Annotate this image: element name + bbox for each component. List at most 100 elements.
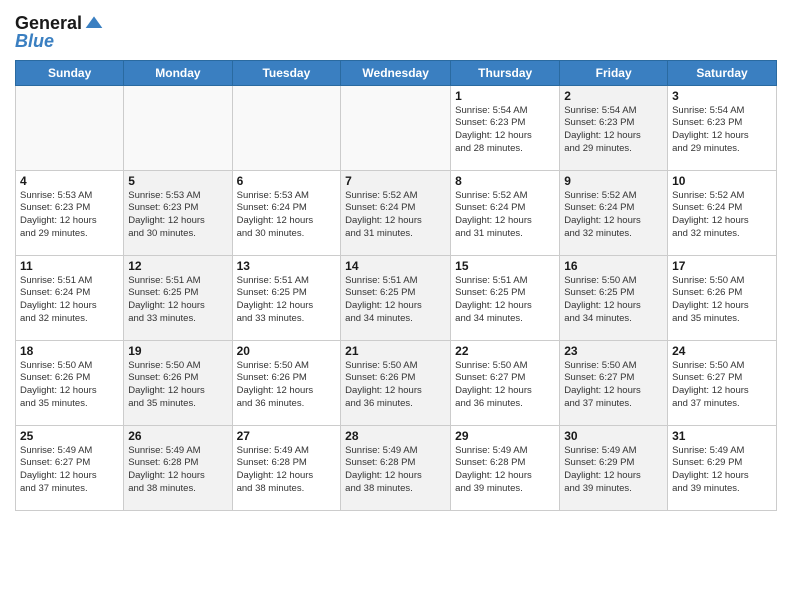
day-number: 27 — [237, 429, 337, 443]
day-number: 4 — [20, 174, 119, 188]
cell-info: Sunrise: 5:53 AM Sunset: 6:23 PM Dayligh… — [20, 190, 119, 241]
weekday-header-sunday: Sunday — [16, 60, 124, 85]
cell-info: Sunrise: 5:49 AM Sunset: 6:27 PM Dayligh… — [20, 445, 119, 496]
calendar-cell: 7 Sunrise: 5:52 AM Sunset: 6:24 PM Daylig… — [341, 170, 451, 255]
cell-info: Sunrise: 5:54 AM Sunset: 6:23 PM Dayligh… — [564, 105, 663, 156]
calendar-cell: 22 Sunrise: 5:50 AM Sunset: 6:27 PM Dayli… — [451, 340, 560, 425]
calendar-cell — [232, 85, 341, 170]
cell-info: Sunrise: 5:50 AM Sunset: 6:27 PM Dayligh… — [564, 360, 663, 411]
day-number: 29 — [455, 429, 555, 443]
calendar-cell: 29 Sunrise: 5:49 AM Sunset: 6:28 PM Dayli… — [451, 425, 560, 510]
cell-info: Sunrise: 5:54 AM Sunset: 6:23 PM Dayligh… — [672, 105, 772, 156]
cell-info: Sunrise: 5:51 AM Sunset: 6:25 PM Dayligh… — [345, 275, 446, 326]
weekday-header-monday: Monday — [124, 60, 232, 85]
calendar-table: SundayMondayTuesdayWednesdayThursdayFrid… — [15, 60, 777, 511]
calendar-cell: 10Sunrise: 5:52 AM Sunset: 6:24 PM Dayli… — [668, 170, 777, 255]
day-number: 16 — [564, 259, 663, 273]
cell-info: Sunrise: 5:52 AM Sunset: 6:24 PM Dayligh… — [345, 190, 446, 241]
day-number: 13 — [237, 259, 337, 273]
day-number: 12 — [128, 259, 227, 273]
calendar-cell — [341, 85, 451, 170]
day-number: 26 — [128, 429, 227, 443]
calendar-cell: 21Sunrise: 5:50 AM Sunset: 6:26 PM Dayli… — [341, 340, 451, 425]
logo: General Blue — [15, 14, 104, 52]
day-number: 23 — [564, 344, 663, 358]
weekday-header-saturday: Saturday — [668, 60, 777, 85]
calendar-cell: 19 Sunrise: 5:50 AM Sunset: 6:26 PM Dayli… — [124, 340, 232, 425]
cell-info: Sunrise: 5:54 AM Sunset: 6:23 PM Dayligh… — [455, 105, 555, 156]
calendar-header-row: SundayMondayTuesdayWednesdayThursdayFrid… — [16, 60, 777, 85]
calendar-cell: 20 Sunrise: 5:50 AM Sunset: 6:26 PM Dayli… — [232, 340, 341, 425]
calendar-cell: 14 Sunrise: 5:51 AM Sunset: 6:25 PM Dayli… — [341, 255, 451, 340]
calendar-cell: 31Sunrise: 5:49 AM Sunset: 6:29 PM Dayli… — [668, 425, 777, 510]
logo-icon — [84, 13, 104, 33]
calendar-cell: 12 Sunrise: 5:51 AM Sunset: 6:25 PM Dayli… — [124, 255, 232, 340]
day-number: 7 — [345, 174, 446, 188]
weekday-header-friday: Friday — [560, 60, 668, 85]
cell-info: Sunrise: 5:51 AM Sunset: 6:24 PM Dayligh… — [20, 275, 119, 326]
day-number: 11 — [20, 259, 119, 273]
day-number: 6 — [237, 174, 337, 188]
calendar-week-4: 18Sunrise: 5:50 AM Sunset: 6:26 PM Dayli… — [16, 340, 777, 425]
cell-info: Sunrise: 5:50 AM Sunset: 6:27 PM Dayligh… — [672, 360, 772, 411]
day-number: 22 — [455, 344, 555, 358]
cell-info: Sunrise: 5:49 AM Sunset: 6:28 PM Dayligh… — [237, 445, 337, 496]
calendar-cell: 8 Sunrise: 5:52 AM Sunset: 6:24 PM Daylig… — [451, 170, 560, 255]
cell-info: Sunrise: 5:50 AM Sunset: 6:27 PM Dayligh… — [455, 360, 555, 411]
calendar-cell: 11 Sunrise: 5:51 AM Sunset: 6:24 PM Dayli… — [16, 255, 124, 340]
calendar-cell: 1Sunrise: 5:54 AM Sunset: 6:23 PM Daylig… — [451, 85, 560, 170]
page: General Blue SundayMondayTuesdayWednesda… — [0, 0, 792, 612]
cell-info: Sunrise: 5:50 AM Sunset: 6:25 PM Dayligh… — [564, 275, 663, 326]
cell-info: Sunrise: 5:49 AM Sunset: 6:28 PM Dayligh… — [128, 445, 227, 496]
cell-info: Sunrise: 5:49 AM Sunset: 6:29 PM Dayligh… — [564, 445, 663, 496]
day-number: 31 — [672, 429, 772, 443]
day-number: 20 — [237, 344, 337, 358]
calendar-cell: 5 Sunrise: 5:53 AM Sunset: 6:23 PM Daylig… — [124, 170, 232, 255]
cell-info: Sunrise: 5:49 AM Sunset: 6:28 PM Dayligh… — [455, 445, 555, 496]
calendar-cell: 25 Sunrise: 5:49 AM Sunset: 6:27 PM Dayli… — [16, 425, 124, 510]
calendar-week-3: 11 Sunrise: 5:51 AM Sunset: 6:24 PM Dayli… — [16, 255, 777, 340]
cell-info: Sunrise: 5:50 AM Sunset: 6:26 PM Dayligh… — [672, 275, 772, 326]
cell-info: Sunrise: 5:53 AM Sunset: 6:23 PM Dayligh… — [128, 190, 227, 241]
day-number: 19 — [128, 344, 227, 358]
calendar-cell: 26 Sunrise: 5:49 AM Sunset: 6:28 PM Dayli… — [124, 425, 232, 510]
day-number: 5 — [128, 174, 227, 188]
calendar-cell: 27 Sunrise: 5:49 AM Sunset: 6:28 PM Dayli… — [232, 425, 341, 510]
cell-info: Sunrise: 5:51 AM Sunset: 6:25 PM Dayligh… — [128, 275, 227, 326]
calendar-cell — [124, 85, 232, 170]
calendar-cell: 6 Sunrise: 5:53 AM Sunset: 6:24 PM Daylig… — [232, 170, 341, 255]
day-number: 9 — [564, 174, 663, 188]
cell-info: Sunrise: 5:50 AM Sunset: 6:26 PM Dayligh… — [128, 360, 227, 411]
day-number: 8 — [455, 174, 555, 188]
day-number: 2 — [564, 89, 663, 103]
calendar-week-2: 4 Sunrise: 5:53 AM Sunset: 6:23 PM Daylig… — [16, 170, 777, 255]
day-number: 17 — [672, 259, 772, 273]
day-number: 10 — [672, 174, 772, 188]
logo-text-blue: Blue — [15, 32, 54, 52]
weekday-header-thursday: Thursday — [451, 60, 560, 85]
calendar-cell: 23 Sunrise: 5:50 AM Sunset: 6:27 PM Dayli… — [560, 340, 668, 425]
calendar-cell — [16, 85, 124, 170]
calendar-cell: 4 Sunrise: 5:53 AM Sunset: 6:23 PM Daylig… — [16, 170, 124, 255]
cell-info: Sunrise: 5:52 AM Sunset: 6:24 PM Dayligh… — [564, 190, 663, 241]
day-number: 14 — [345, 259, 446, 273]
cell-info: Sunrise: 5:50 AM Sunset: 6:26 PM Dayligh… — [237, 360, 337, 411]
cell-info: Sunrise: 5:53 AM Sunset: 6:24 PM Dayligh… — [237, 190, 337, 241]
calendar-cell: 30 Sunrise: 5:49 AM Sunset: 6:29 PM Dayli… — [560, 425, 668, 510]
day-number: 28 — [345, 429, 446, 443]
calendar-cell: 2 Sunrise: 5:54 AM Sunset: 6:23 PM Daylig… — [560, 85, 668, 170]
calendar-cell: 3Sunrise: 5:54 AM Sunset: 6:23 PM Daylig… — [668, 85, 777, 170]
calendar-cell: 24Sunrise: 5:50 AM Sunset: 6:27 PM Dayli… — [668, 340, 777, 425]
day-number: 25 — [20, 429, 119, 443]
cell-info: Sunrise: 5:51 AM Sunset: 6:25 PM Dayligh… — [237, 275, 337, 326]
header: General Blue — [15, 10, 777, 52]
cell-info: Sunrise: 5:52 AM Sunset: 6:24 PM Dayligh… — [455, 190, 555, 241]
calendar-cell: 16 Sunrise: 5:50 AM Sunset: 6:25 PM Dayli… — [560, 255, 668, 340]
cell-info: Sunrise: 5:49 AM Sunset: 6:28 PM Dayligh… — [345, 445, 446, 496]
day-number: 21 — [345, 344, 446, 358]
day-number: 30 — [564, 429, 663, 443]
calendar-cell: 13 Sunrise: 5:51 AM Sunset: 6:25 PM Dayli… — [232, 255, 341, 340]
calendar-cell: 15Sunrise: 5:51 AM Sunset: 6:25 PM Dayli… — [451, 255, 560, 340]
calendar-week-5: 25 Sunrise: 5:49 AM Sunset: 6:27 PM Dayli… — [16, 425, 777, 510]
calendar-cell: 28 Sunrise: 5:49 AM Sunset: 6:28 PM Dayli… — [341, 425, 451, 510]
